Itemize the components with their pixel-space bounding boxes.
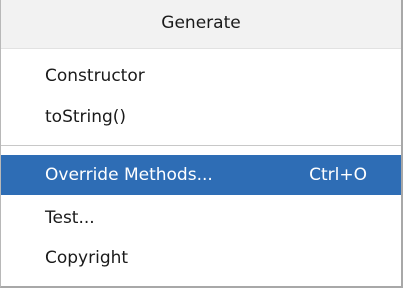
menu-item-shortcut: Ctrl+O xyxy=(309,165,367,185)
menu-item-override-methods[interactable]: Override Methods... Ctrl+O xyxy=(1,155,401,195)
popup-title: Generate xyxy=(1,0,401,49)
menu-item-test[interactable]: Test... xyxy=(1,198,401,238)
menu-item-constructor[interactable]: Constructor xyxy=(1,56,401,96)
menu-item-label: Copyright xyxy=(45,248,129,268)
menu-separator xyxy=(1,145,401,146)
menu-item-copyright[interactable]: Copyright xyxy=(1,238,401,278)
menu-item-label: Constructor xyxy=(45,66,145,86)
generate-popup-menu: Generate Constructor toString() Override… xyxy=(0,0,403,288)
menu-item-label: Override Methods... xyxy=(45,165,213,185)
menu-item-label: toString() xyxy=(45,107,127,127)
menu-item-label: Test... xyxy=(45,208,95,228)
menu-item-tostring[interactable]: toString() xyxy=(1,97,401,137)
